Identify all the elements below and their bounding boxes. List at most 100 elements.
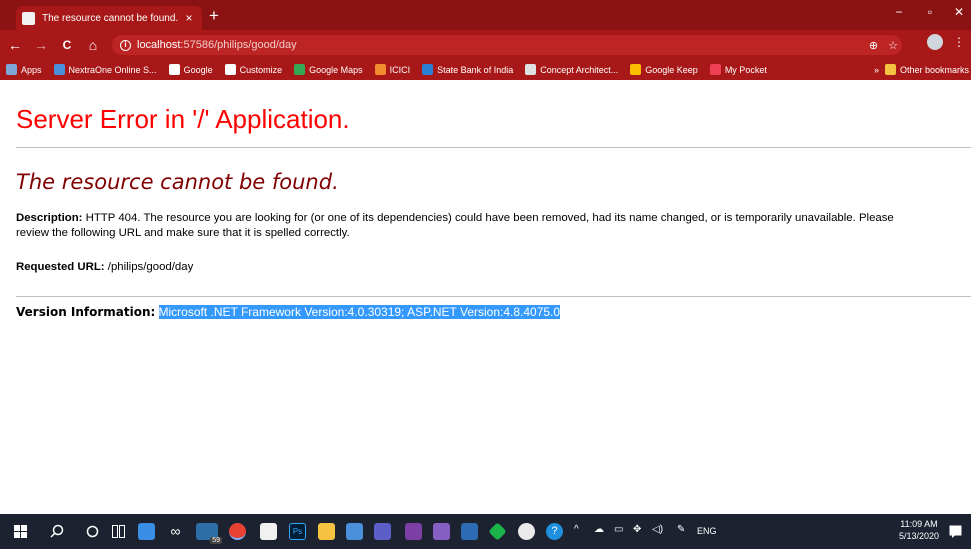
home-button[interactable]: ⌂	[82, 37, 104, 53]
bookmark-item[interactable]: Google Keep	[630, 64, 698, 75]
bookmark-favicon	[294, 64, 306, 75]
clock-date: 5/13/2020	[898, 531, 939, 541]
bookmark-label: Google Keep	[645, 64, 698, 75]
profile-avatar[interactable]	[927, 34, 943, 50]
bookmarks-overflow-button[interactable]: »	[874, 65, 879, 75]
info-icon[interactable]: i	[120, 39, 131, 51]
bookmark-item[interactable]: Apps	[6, 64, 42, 75]
bookmarks-bar: Apps NextraOne Online S... Google Customize…	[0, 59, 971, 80]
teams-icon[interactable]	[374, 523, 391, 540]
divider	[16, 296, 971, 297]
app-icon[interactable]	[346, 523, 363, 540]
new-tab-button[interactable]: +	[205, 6, 223, 26]
photoshop-icon[interactable]: Ps	[289, 523, 306, 540]
restore-button[interactable]: ▫	[919, 5, 941, 19]
menu-icon[interactable]: ⋮	[953, 35, 965, 49]
page-content: Server Error in '/' Application. The res…	[0, 80, 971, 514]
address-bar[interactable]: i localhost:57586/philips/good/day ⊕ ☆	[112, 35, 902, 55]
bookmark-label: Customize	[239, 64, 283, 75]
search-icon[interactable]	[50, 524, 64, 538]
bookmark-label: Concept Architect...	[540, 64, 619, 75]
windows-start-icon[interactable]	[14, 525, 27, 538]
version-value-selected[interactable]: Microsoft .NET Framework Version:4.0.303…	[158, 305, 561, 319]
browser-tab[interactable]: The resource cannot be found. ×	[16, 6, 202, 30]
reload-button[interactable]: C	[56, 38, 78, 52]
bookmark-item[interactable]: State Bank of India	[422, 64, 513, 75]
bookmark-item[interactable]: Google	[168, 64, 213, 75]
bookmark-favicon	[53, 64, 65, 75]
folder-icon	[884, 64, 896, 75]
bookmark-favicon	[525, 64, 537, 75]
forward-button[interactable]: →	[30, 37, 52, 53]
bookmark-label: State Bank of India	[437, 64, 514, 75]
bookmark-item[interactable]: My Pocket	[709, 64, 767, 75]
bookmark-label: Google Maps	[309, 64, 363, 75]
url-host: localhost	[137, 39, 181, 51]
volume-icon[interactable]: ◁)	[652, 524, 663, 535]
bookmark-label: Google	[183, 64, 213, 75]
bookmark-favicon	[168, 64, 180, 75]
page-icon	[22, 11, 35, 25]
bookmark-favicon	[224, 64, 236, 75]
description-label: Description:	[16, 212, 83, 224]
visual-studio-icon[interactable]	[433, 523, 450, 540]
bookmark-favicon	[630, 64, 642, 75]
bookmark-item[interactable]: NextraOne Online S...	[53, 64, 157, 75]
other-bookmarks-label: Other bookmarks	[899, 64, 969, 75]
cortana-icon[interactable]	[86, 525, 99, 538]
minimize-button[interactable]: −	[888, 5, 910, 19]
requested-url: Requested URL: /philips/good/day	[16, 260, 916, 275]
clock-time: 11:09 AM	[900, 519, 938, 529]
onenote-icon[interactable]	[405, 523, 422, 540]
steam-icon[interactable]: 59	[196, 523, 222, 544]
bookmark-favicon	[709, 64, 721, 75]
dropbox-icon[interactable]	[138, 523, 155, 540]
version-label: Version Information:	[16, 305, 156, 319]
bookmark-item[interactable]: ICICI	[374, 64, 411, 75]
apps-grid-icon	[6, 64, 17, 75]
requested-url-label: Requested URL:	[16, 261, 105, 273]
diamond-app-icon[interactable]	[488, 522, 507, 541]
close-tab-icon[interactable]: ×	[182, 11, 196, 25]
notifications-icon[interactable]	[949, 525, 962, 538]
error-subtitle: The resource cannot be found.	[16, 170, 339, 194]
bookmark-item[interactable]: Concept Architect...	[525, 64, 618, 75]
store-icon[interactable]	[260, 523, 277, 540]
bookmark-favicon	[374, 64, 386, 75]
task-view-icon[interactable]	[112, 525, 125, 538]
dropbox-tray-icon[interactable]: ✥	[633, 524, 641, 535]
bookmark-label: ICICI	[389, 64, 411, 75]
bookmarks-right: » Other bookmarks	[874, 59, 969, 80]
bookmark-label: NextraOne Online S...	[68, 64, 157, 75]
chrome-icon[interactable]	[229, 523, 246, 540]
description-text: HTTP 404. The resource you are looking f…	[16, 212, 894, 239]
vs-installer-icon[interactable]	[461, 523, 478, 540]
title-bar: The resource cannot be found. × + − ▫ ✕	[0, 0, 971, 30]
back-button[interactable]: ←	[4, 37, 26, 53]
bookmark-item[interactable]: Google Maps	[294, 64, 363, 75]
url-path: :57586/philips/good/day	[180, 39, 297, 51]
infinity-icon[interactable]: ∞	[167, 523, 184, 540]
clock[interactable]: 11:09 AM 5/13/2020	[899, 518, 939, 542]
bookmark-item[interactable]: Customize	[224, 64, 283, 75]
browser-toolbar: ← → C ⌂ i localhost:57586/philips/good/d…	[0, 30, 971, 59]
network-icon[interactable]: ▭	[614, 524, 623, 535]
bookmark-star-icon[interactable]: ☆	[888, 39, 898, 52]
other-bookmarks[interactable]: Other bookmarks	[884, 64, 969, 75]
description: Description: HTTP 404. The resource you …	[16, 211, 916, 241]
chevron-up-icon[interactable]: ^	[574, 524, 579, 535]
close-window-button[interactable]: ✕	[948, 5, 970, 19]
help-icon[interactable]: ?	[546, 523, 563, 540]
notification-badge: 59	[210, 537, 222, 544]
language-indicator[interactable]: ENG	[697, 526, 717, 536]
windows-taskbar: ∞ 59 Ps ? ^ ☁ ▭ ✥ ◁) ✎ ENG 11:09 AM 5/13…	[0, 514, 971, 549]
zoom-icon[interactable]: ⊕	[869, 39, 878, 52]
cloud-icon[interactable]: ☁	[594, 524, 604, 535]
bookmark-label: Apps	[21, 64, 42, 75]
file-explorer-icon[interactable]	[318, 523, 335, 540]
pen-icon[interactable]: ✎	[677, 524, 685, 535]
bookmark-favicon	[422, 64, 434, 75]
requested-url-value: /philips/good/day	[107, 261, 194, 273]
app-icon[interactable]	[518, 523, 535, 540]
version-information: Version Information: Microsoft .NET Fram…	[16, 305, 916, 321]
